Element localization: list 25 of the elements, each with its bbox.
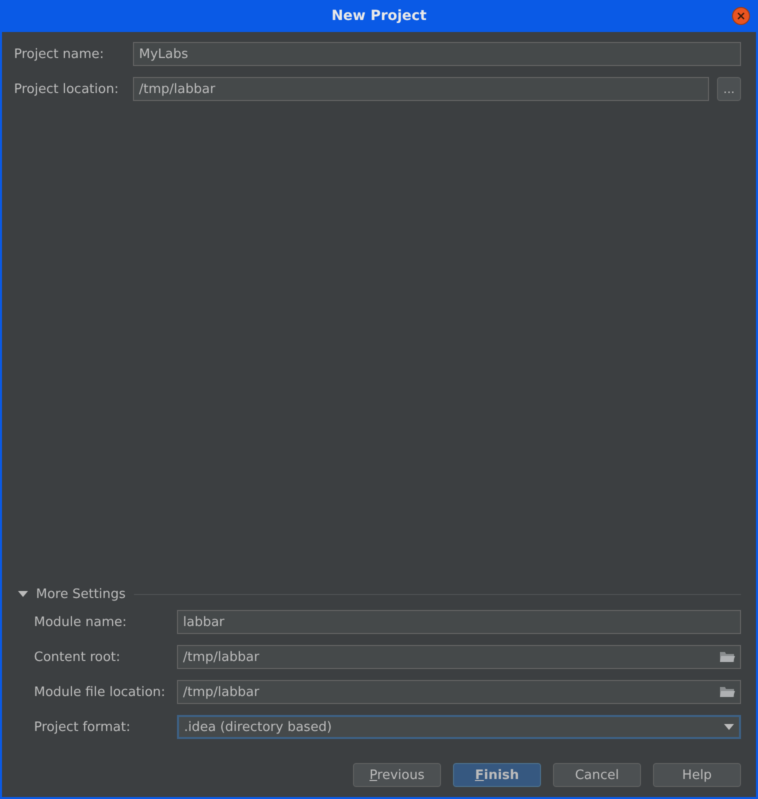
dialog-button[interactable]: Previous [353, 763, 441, 787]
default-button[interactable]: Finish [453, 763, 541, 787]
field-label: Project location: [14, 82, 120, 96]
input-field[interactable]: labbar [177, 610, 741, 634]
browse-button[interactable]: ... [717, 77, 741, 101]
dropdown[interactable]: .idea (directory based) [177, 715, 741, 739]
window-title: New Project [331, 8, 427, 24]
field-label: Module file location: [34, 684, 166, 700]
section-title[interactable]: More Settings [36, 586, 126, 602]
input-field[interactable]: /tmp/labbar [133, 77, 709, 101]
field-label: Project name: [14, 46, 105, 62]
field-label: Module name: [34, 614, 128, 630]
field-label: Project format: [34, 720, 132, 734]
close-icon[interactable] [737, 12, 745, 20]
close-button[interactable] [732, 7, 750, 25]
dialog-button[interactable]: Help [653, 763, 741, 787]
input-field[interactable]: /tmp/labbar [177, 645, 741, 669]
dialog-button[interactable]: Cancel [553, 763, 641, 787]
dropdown-arrow-icon[interactable] [724, 724, 734, 730]
field-label: Content root: [34, 650, 122, 664]
collapse-arrow-icon[interactable] [18, 591, 28, 597]
folder-icon[interactable] [719, 686, 735, 698]
input-field[interactable]: /tmp/labbar [177, 680, 741, 704]
folder-icon[interactable] [719, 651, 735, 663]
input-field[interactable]: MyLabs [133, 42, 741, 66]
